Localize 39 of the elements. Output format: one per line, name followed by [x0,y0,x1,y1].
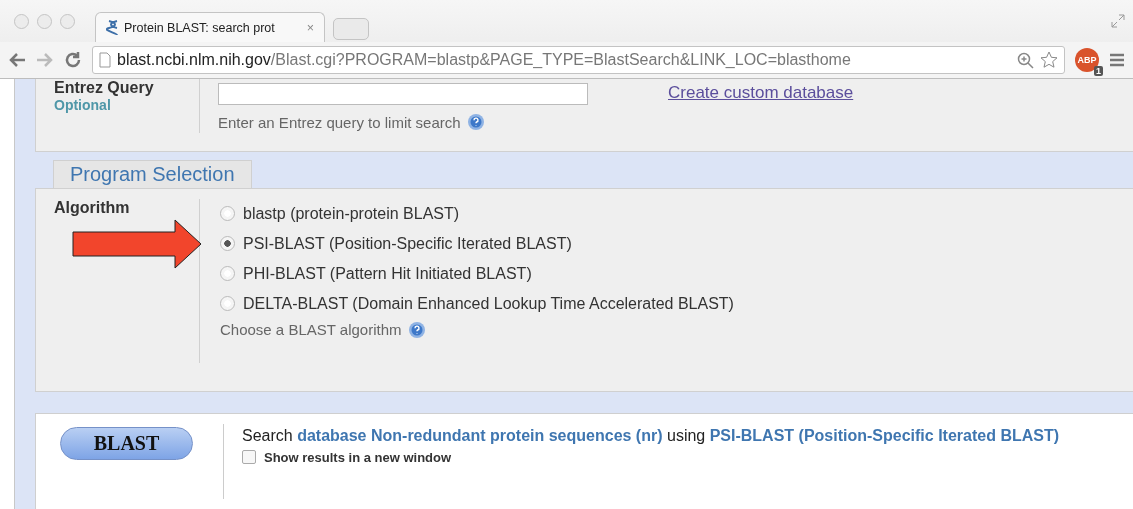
algorithm-option[interactable]: PHI-BLAST (Pattern Hit Initiated BLAST) [220,258,734,289]
zoom-icon[interactable] [1017,51,1034,69]
fullscreen-icon[interactable] [1111,14,1125,28]
new-window-option[interactable]: Show results in a new window [242,449,1122,465]
new-tab-button[interactable] [333,18,369,40]
window-button[interactable] [14,13,29,29]
help-icon[interactable] [466,113,485,131]
blast-button[interactable]: BLAST [60,426,193,460]
back-icon[interactable] [8,52,26,68]
field-hint: Choose a BLAST algorithm [220,321,402,339]
window-button[interactable] [60,13,75,29]
field-label: Entrez Query [54,79,155,97]
window-button[interactable] [37,13,52,29]
search-summary: Search database Non-redundant protein sequences (nr) using PSI-BLAST (Position-Specific Iterated BLAST) [242,425,1061,446]
field-hint: Enter an Entrez query to limit search [218,113,461,131]
forward-icon[interactable] [36,52,54,68]
radio-button[interactable] [220,236,235,252]
help-icon[interactable] [407,320,426,339]
extension-count: 1 [1094,66,1103,76]
algorithm-option[interactable]: PSI-BLAST (Position-Specific Iterated BLAST) [220,228,734,259]
radio-button[interactable] [220,206,235,222]
section-legend: Program Selection [53,159,252,189]
menu-icon[interactable] [1109,53,1125,67]
algorithm-option[interactable]: blastp (protein-protein BLAST) [220,198,734,229]
checkbox[interactable] [242,450,256,465]
radio-button[interactable] [220,296,235,312]
address-bar[interactable]: blast.ncbi.nlm.nih.gov/Blast.cgi?PROGRAM=blastp&PAGE_TYPE=BlastSearch&LINK_LOC=blasthome [92,46,1065,74]
star-icon[interactable] [1040,51,1058,69]
radio-button[interactable] [220,266,235,282]
page-icon [99,52,111,68]
create-database-link[interactable]: Create custom database [668,83,854,102]
field-sublabel: Optional [54,97,112,113]
algorithm-option[interactable]: DELTA-BLAST (Domain Enhanced Lookup Time Accelerated BLAST) [220,288,734,319]
field-label: Algorithm [54,198,131,217]
browser-tab[interactable]: Protein BLAST: search prot × [95,12,325,42]
entrez-query-field[interactable] [218,83,588,105]
reload-icon[interactable] [64,51,82,69]
tab-close-button[interactable]: × [306,20,314,35]
tab-title: Protein BLAST: search prot [124,20,276,35]
